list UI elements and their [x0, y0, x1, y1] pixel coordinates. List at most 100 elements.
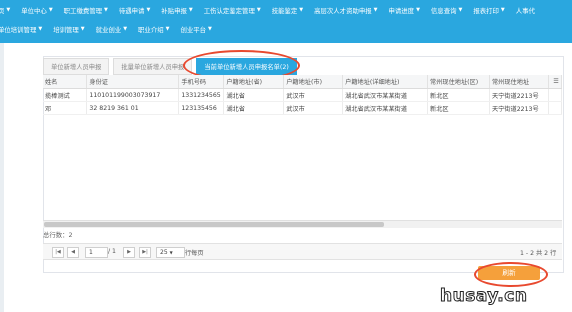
nav-label: 单位培训管理 [0, 25, 37, 34]
horizontal-scrollbar[interactable] [43, 220, 562, 228]
chevron-down-icon: ▼ [48, 7, 53, 13]
cell-menu [548, 101, 562, 115]
nav-label: 培训管理 [53, 25, 79, 34]
chevron-down-icon: ▼ [500, 7, 505, 13]
nav-item-startup[interactable]: 创业平台 ▼ [180, 25, 211, 34]
nav-label: 页 [0, 6, 5, 15]
cell-district: 新北区 [427, 101, 490, 115]
total-rows-label: 总行数：2 [43, 231, 73, 239]
cell-name: 邓 [43, 101, 88, 115]
cell-city: 武汉市 [283, 101, 344, 115]
prev-page-icon[interactable]: ◀ [67, 247, 79, 258]
nav-row-primary: 页 ▼ 单位中心 ▼ 职工缴费管理 ▼ 待遇申请 ▼ 补贴申报 ▼ 工伤认定鉴定管理 ▼ 技… [0, 0, 546, 20]
chevron-down-icon: ▼ [373, 7, 378, 13]
last-page-icon[interactable]: ▶| [139, 247, 151, 258]
tab-batch-new-staff[interactable]: 批量单位新增人员申报 [113, 58, 193, 75]
nav-label: 报表打印 [473, 6, 499, 15]
table-row[interactable]: 揽棒测试 110101199003073917 1331234565 湖北省 武… [43, 88, 562, 102]
chevron-down-icon: ▼ [169, 250, 173, 255]
cell-address: 湖北省武汉市某某街道 [342, 88, 429, 102]
first-page-icon[interactable]: |◀ [52, 247, 64, 258]
page-number-input[interactable]: 1 [85, 247, 108, 258]
staff-table: 姓名 身份证 手机号码 户籍地址(省) 户籍地址(市) 户籍地址(详细地址) 常… [43, 75, 562, 115]
next-page-icon[interactable]: ▶ [123, 247, 135, 258]
column-header-address[interactable]: 户籍地址(详细地址) [342, 75, 429, 89]
nav-item-job[interactable]: 职业介绍 ▼ [138, 25, 169, 34]
cell-current-address: 天宁街道2213号 [489, 101, 549, 115]
chevron-down-icon: ▼ [146, 7, 151, 13]
range-label: 1 - 2 共 2 行 [520, 250, 557, 257]
column-header-province[interactable]: 户籍地址(省) [223, 75, 285, 89]
nav-item-employment[interactable]: 就业创业 ▼ [96, 25, 127, 34]
chevron-down-icon: ▼ [80, 26, 85, 32]
nav-label: 就业创业 [95, 25, 122, 34]
column-header-name[interactable]: 姓名 [43, 75, 88, 89]
chevron-down-icon: ▼ [188, 7, 193, 13]
chevron-down-icon: ▼ [6, 7, 11, 13]
chevron-down-icon: ▼ [256, 7, 261, 13]
nav-item-progress[interactable]: 申请进度 ▼ [389, 6, 420, 15]
nav-label: 技能鉴定 [271, 6, 298, 15]
nav-label: 职业介绍 [138, 25, 164, 34]
cell-province: 湖北省 [223, 88, 285, 102]
nav-item-injury[interactable]: 工伤认定鉴定管理 ▼ [204, 6, 261, 15]
nav-item-skill[interactable]: 技能鉴定 ▼ [272, 6, 303, 15]
cell-address: 湖北省武汉市某某街道 [342, 101, 429, 115]
left-edge-bar [0, 43, 4, 312]
chevron-down-icon: ▼ [104, 7, 108, 13]
chevron-down-icon: ▼ [38, 26, 43, 32]
nav-item-unit-training[interactable]: 单位培训管理 ▼ [0, 25, 42, 34]
column-menu-icon[interactable]: ☰ [548, 75, 562, 89]
chevron-down-icon: ▼ [458, 7, 463, 13]
tab-unit-new-staff[interactable]: 单位新增人员申报 [43, 58, 110, 75]
nav-item-training[interactable]: 培训管理 ▼ [53, 25, 84, 34]
nav-item-print[interactable]: 报表打印 ▼ [473, 6, 504, 15]
nav-label: 信息查询 [430, 6, 457, 15]
cell-district: 新北区 [427, 88, 490, 102]
chevron-down-icon: ▼ [165, 26, 170, 32]
table-header-row: 姓名 身份证 手机号码 户籍地址(省) 户籍地址(市) 户籍地址(详细地址) 常… [43, 75, 562, 89]
nav-label: 待遇申请 [118, 6, 145, 15]
top-navigation-bar: 页 ▼ 单位中心 ▼ 职工缴费管理 ▼ 待遇申请 ▼ 补贴申报 ▼ 工伤认定鉴定管理 ▼ 技… [0, 0, 572, 43]
per-page-label: 行每页 [185, 250, 204, 257]
column-header-current-address[interactable]: 常州现住地址 [489, 75, 549, 89]
column-header-phone[interactable]: 手机号码 [178, 75, 225, 89]
nav-item-query[interactable]: 信息查询 ▼ [431, 6, 462, 15]
highlight-circle [474, 262, 548, 287]
page-size-value: 25 [160, 249, 168, 256]
nav-label: 工伤认定鉴定管理 [203, 6, 255, 15]
cell-current-address: 天宁街道2213号 [489, 88, 549, 102]
watermark: husay.cn [439, 286, 528, 307]
nav-label: 职工缴费管理 [63, 6, 103, 15]
nav-label: 高层次人才资助申报 [314, 6, 372, 15]
data-grid: 姓名 身份证 手机号码 户籍地址(省) 户籍地址(市) 户籍地址(详细地址) 常… [43, 75, 562, 220]
nav-label: 创业平台 [180, 25, 207, 34]
chevron-down-icon: ▼ [208, 26, 212, 32]
scrollbar-thumb[interactable] [44, 222, 384, 227]
nav-label: 申请进度 [388, 6, 415, 15]
column-header-city[interactable]: 户籍地址(市) [283, 75, 344, 89]
nav-item-hr[interactable]: 人事代 [516, 6, 535, 15]
nav-item-talent[interactable]: 高层次人才资助申报 ▼ [314, 6, 377, 15]
nav-label: 人事代 [515, 6, 535, 15]
column-header-id[interactable]: 身份证 [86, 75, 180, 89]
cell-province: 湖北省 [223, 101, 285, 115]
cell-phone: 123135456 [178, 101, 225, 115]
table-row[interactable]: 邓 32 8219 361 01 123135456 湖北省 武汉市 湖北省武汉… [43, 101, 562, 115]
cell-id: 32 8219 361 01 [86, 101, 180, 115]
nav-row-secondary: 单位培训管理 ▼ 培训管理 ▼ 就业创业 ▼ 职业介绍 ▼ 创业平台 ▼ [0, 19, 223, 39]
nav-item-0[interactable]: 页 ▼ [0, 6, 10, 15]
nav-item-benefits[interactable]: 待遇申请 ▼ [119, 6, 150, 15]
nav-item-payment[interactable]: 职工缴费管理 ▼ [64, 6, 108, 15]
cell-id: 110101199003073917 [86, 88, 180, 102]
nav-item-subsidy[interactable]: 补贴申报 ▼ [161, 6, 192, 15]
nav-label: 补贴申报 [161, 6, 187, 15]
column-header-district[interactable]: 常州现住地址(区) [427, 75, 490, 89]
chevron-down-icon: ▼ [416, 7, 420, 13]
chevron-down-icon: ▼ [123, 26, 128, 32]
cell-city: 武汉市 [283, 88, 344, 102]
page-size-select[interactable]: 25 ▼ [156, 247, 185, 258]
chevron-down-icon: ▼ [299, 7, 304, 13]
nav-item-unit-center[interactable]: 单位中心 ▼ [21, 6, 52, 15]
cell-phone: 1331234565 [178, 88, 225, 102]
